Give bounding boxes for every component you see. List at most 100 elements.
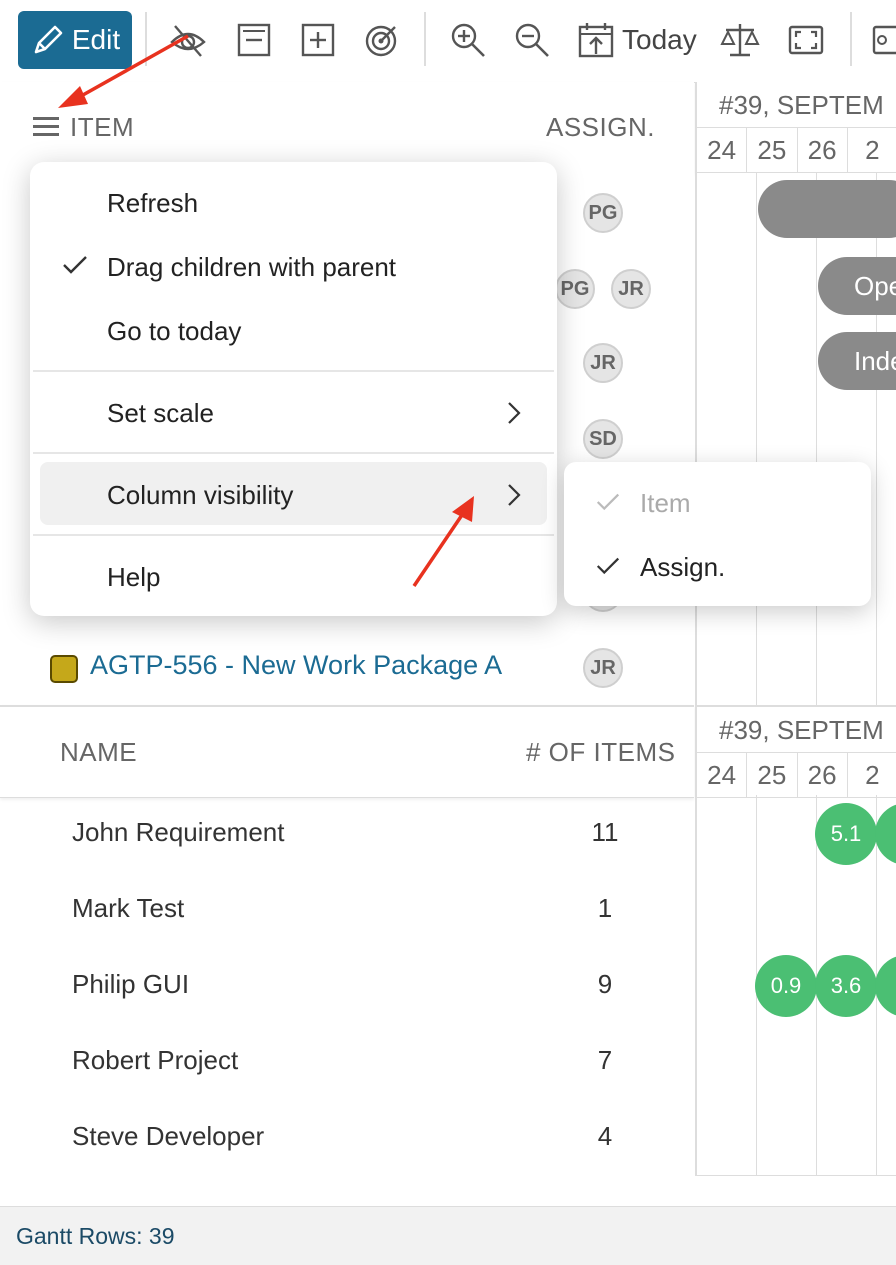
checkmark-icon xyxy=(596,557,620,575)
toolbar-divider xyxy=(145,12,147,66)
resource-name: Robert Project xyxy=(72,1045,239,1075)
menu-item-label: Go to today xyxy=(107,316,242,346)
resource-name: Mark Test xyxy=(72,893,185,923)
workload-bubble[interactable]: 3 xyxy=(875,955,896,1017)
resource-item-count: 9 xyxy=(597,969,613,999)
submenu-item-label: Item xyxy=(640,488,691,518)
menu-item-label: Set scale xyxy=(107,398,214,428)
resource-item-count: 1 xyxy=(597,893,613,923)
fullscreen-icon[interactable] xyxy=(786,18,826,62)
menu-item-column-visibility[interactable]: Column visibility xyxy=(30,464,557,526)
resource-timeline: 5.1 5 0.9 3.6 3 xyxy=(695,795,896,1176)
gantt-bar[interactable]: Inde xyxy=(818,332,896,390)
column-header-items[interactable]: # OF ITEMS xyxy=(526,737,675,768)
menu-divider xyxy=(33,534,554,536)
menu-item-go-to-today[interactable]: Go to today xyxy=(30,300,557,362)
timeline-days: 24 25 26 2 xyxy=(697,752,896,798)
resource-item-count: 11 xyxy=(591,817,619,847)
item-grid-header: ITEM ASSIGN. xyxy=(0,82,694,173)
menu-item-label: Refresh xyxy=(107,188,199,218)
work-item-link[interactable]: AGTP-556 - New Work Package A xyxy=(90,650,514,681)
menu-item-label: Column visibility xyxy=(107,480,294,510)
menu-item-help[interactable]: Help xyxy=(30,546,557,608)
workload-bubble[interactable]: 5.1 xyxy=(815,803,877,865)
gantt-timeline: Ope Inde xyxy=(695,172,896,705)
avatar: JR xyxy=(583,343,623,383)
submenu-item-assign-column[interactable]: Assign. xyxy=(564,536,871,598)
menu-divider xyxy=(33,452,554,454)
avatar: JR xyxy=(611,269,651,309)
timeline-day: 25 xyxy=(747,128,798,173)
day-gridline xyxy=(756,172,757,705)
chevron-right-icon xyxy=(508,484,521,506)
toolbar: Edit Today xyxy=(0,0,896,83)
timeline-week-label: #39, SEPTEM xyxy=(719,90,884,120)
menu-item-label: Help xyxy=(107,562,161,592)
resource-row[interactable]: Philip GUI 9 xyxy=(0,949,694,1025)
gantt-bar[interactable] xyxy=(758,180,896,238)
hamburger-menu-icon[interactable] xyxy=(33,114,59,143)
resource-name: John Requirement xyxy=(72,817,285,847)
collapse-icon[interactable] xyxy=(234,18,274,62)
timeline-days: 24 25 26 2 xyxy=(697,127,896,173)
avatar: SD xyxy=(583,419,623,459)
eye-off-icon[interactable] xyxy=(168,18,208,62)
column-header-assign[interactable]: ASSIGN. xyxy=(546,112,655,143)
checkmark-icon xyxy=(63,256,87,274)
resource-row[interactable]: Robert Project 7 xyxy=(0,1025,694,1101)
resource-item-count: 4 xyxy=(597,1121,613,1151)
avatar: PG xyxy=(583,193,623,233)
timeline-day: 24 xyxy=(697,128,748,173)
edit-button-label: Edit xyxy=(71,24,121,55)
work-package-icon xyxy=(50,655,78,683)
resource-timeline-header: #39, SEPTEM 24 25 26 2 xyxy=(695,705,896,798)
expand-icon[interactable] xyxy=(298,18,338,62)
column-header-name[interactable]: NAME xyxy=(60,737,137,768)
resource-item-count: 7 xyxy=(597,1045,613,1075)
calendar-today-icon[interactable] xyxy=(576,18,616,62)
menu-item-set-scale[interactable]: Set scale xyxy=(30,382,557,444)
toolbar-divider xyxy=(850,12,852,66)
balance-icon[interactable] xyxy=(720,18,760,62)
workload-bubble[interactable]: 0.9 xyxy=(755,955,817,1017)
gantt-bar[interactable]: Ope xyxy=(818,257,896,315)
timeline-day: 26 xyxy=(798,753,848,798)
day-gridline xyxy=(876,172,877,705)
timeline-day: 25 xyxy=(747,753,798,798)
toolbar-divider xyxy=(424,12,426,66)
edit-button[interactable]: Edit xyxy=(18,11,132,69)
resource-row[interactable]: Mark Test 1 xyxy=(0,873,694,949)
timeline-day: 26 xyxy=(798,128,848,173)
menu-item-refresh[interactable]: Refresh xyxy=(30,172,557,234)
resource-name: Philip GUI xyxy=(72,969,190,999)
today-button-label[interactable]: Today xyxy=(622,24,697,56)
timeline-day: 2 xyxy=(848,128,896,173)
grid-context-menu: Refresh Drag children with parent Go to … xyxy=(30,162,557,616)
day-gridline xyxy=(816,172,817,705)
gantt-bar-label: Inde xyxy=(854,345,896,376)
timeline-day: 24 xyxy=(697,753,748,798)
timeline-week-label: #39, SEPTEM xyxy=(719,715,884,745)
resource-grid-header: NAME # OF ITEMS xyxy=(0,705,694,798)
column-header-item[interactable]: ITEM xyxy=(70,112,134,143)
resource-row[interactable]: John Requirement 11 xyxy=(0,797,694,873)
workload-bubble[interactable]: 3.6 xyxy=(815,955,877,1017)
timeline-header: #39, SEPTEM 24 25 26 2 xyxy=(695,82,896,173)
timeline-day: 2 xyxy=(848,753,896,798)
gantt-bar-label: Ope xyxy=(854,270,896,301)
chevron-right-icon xyxy=(508,402,521,424)
resource-row[interactable]: Steve Developer 4 xyxy=(0,1101,694,1177)
workload-bubble[interactable]: 5 xyxy=(875,803,896,865)
menu-item-label: Drag children with parent xyxy=(107,252,397,282)
zoom-in-icon[interactable] xyxy=(448,18,488,62)
column-visibility-submenu: Item Assign. xyxy=(564,462,871,606)
avatar: JR xyxy=(583,648,623,688)
menu-divider xyxy=(33,370,554,372)
settings-icon[interactable] xyxy=(870,18,896,62)
target-icon[interactable] xyxy=(362,18,402,62)
menu-item-drag-children[interactable]: Drag children with parent xyxy=(30,236,557,298)
zoom-out-icon[interactable] xyxy=(512,18,552,62)
checkmark-icon xyxy=(596,493,620,511)
pencil-icon xyxy=(34,25,63,54)
avatar: PG xyxy=(555,269,595,309)
